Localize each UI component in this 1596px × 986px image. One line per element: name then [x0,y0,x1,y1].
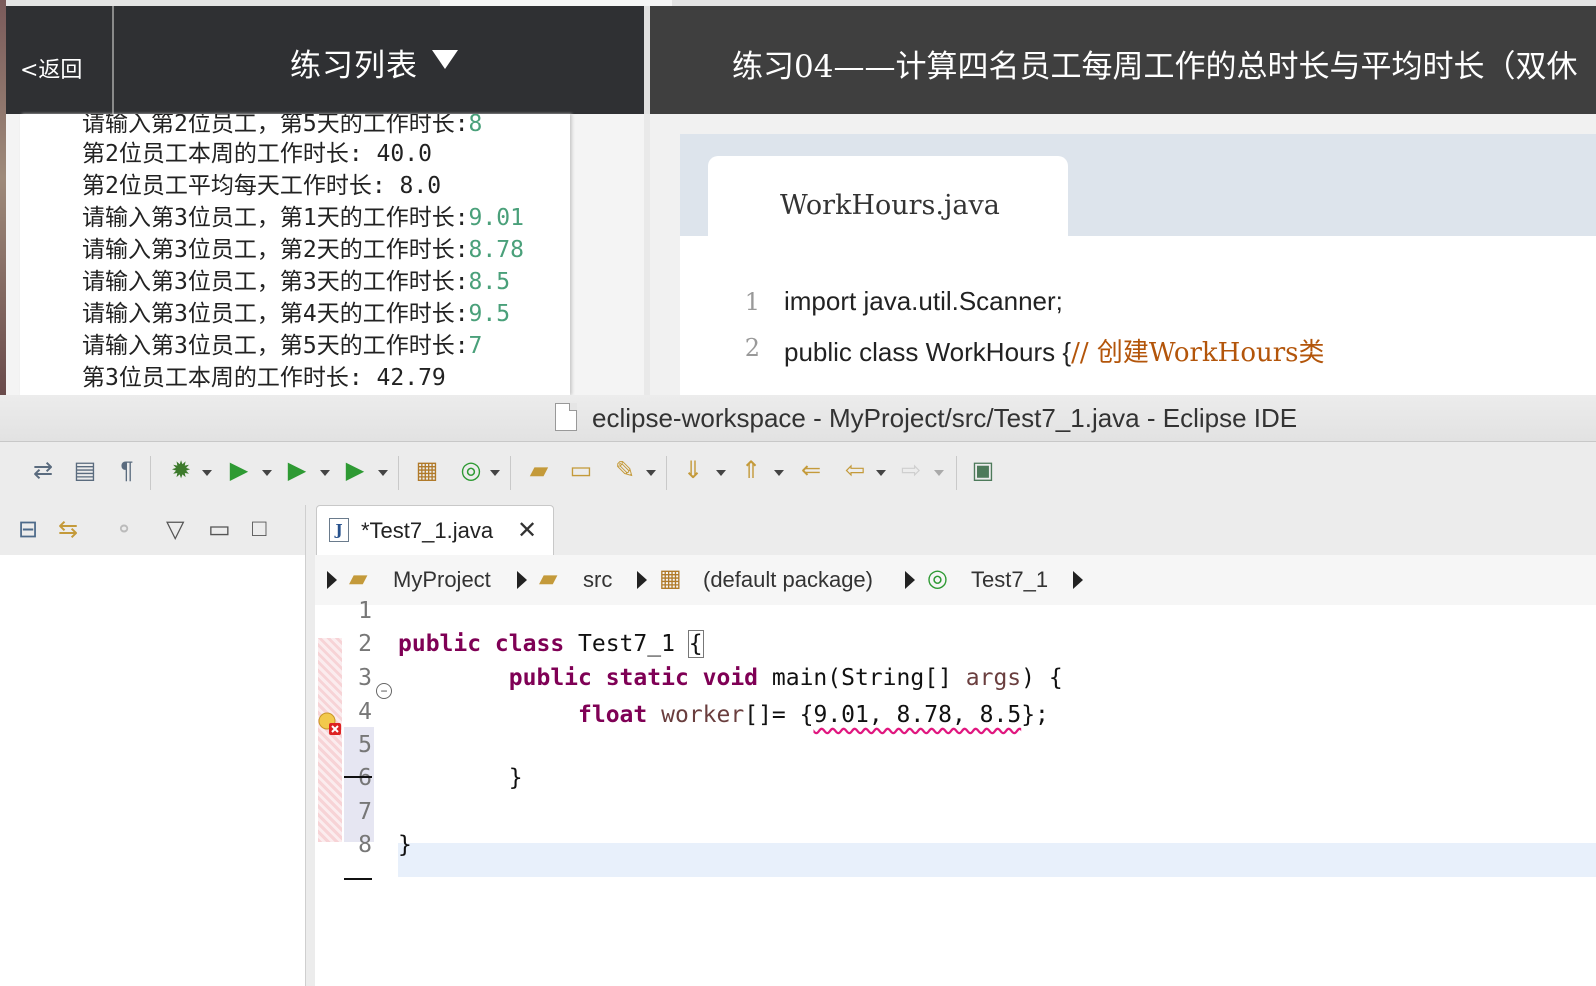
link-with-editor-icon[interactable]: ⇆ [58,515,78,544]
new-java-class-icon[interactable]: ◎ [456,456,486,486]
code-line-6: } [508,765,523,791]
search-dropdown-icon[interactable] [646,470,656,476]
breadcrumb-package[interactable]: (default package) [703,567,873,593]
package-explorer-toolbar: ⊟ ⇆ ⚬ ▽ ▭ □ [0,505,305,555]
back-label: <返回 [20,58,83,83]
forward-dropdown-icon[interactable] [934,470,944,476]
fold-collapse-icon[interactable]: − [376,683,392,699]
code-line-3: public static void main(String[] args) { [508,665,1063,691]
error-icon[interactable] [318,712,342,736]
previous-annotation-icon[interactable]: ⇑ [736,456,766,486]
collapse-all-icon[interactable]: ⊟ [18,515,38,544]
java-file-icon: J [329,518,349,542]
breadcrumb-arrow-icon[interactable] [1073,571,1083,589]
open-perspective-icon[interactable]: ▣ [968,456,998,486]
new-java-package-icon[interactable]: ▦ [412,456,442,486]
main-toolbar: ⇄ ▤ ¶ ✹ ▶ ▶ ▶ ▦ ◎ ▰ ▭ ✎ ⇓ ⇑ ⇐ ⇦ ⇨ ▣ [0,442,1596,502]
caret-down-icon [432,50,458,69]
console-line: 第2位员工本周的工作时长: 40.0 [82,141,432,167]
console-line: 请输入第3位员工，第2天的工作时长:8.78 [82,237,524,263]
console-line: 第2位员工平均每天工作时长: 8.0 [82,173,442,199]
code-line-4: float worker[]= {9.01, 8.78, 8.5}; [578,702,1049,728]
exercise-list-title: 练习列表 [290,48,418,84]
code-line-2: public class Test7_1 { [398,630,704,658]
exercise-list-dropdown[interactable]: 练习列表 [114,6,644,114]
breadcrumb-arrow-icon[interactable] [637,571,647,589]
previous-annotation-dropdown-icon[interactable] [774,470,784,476]
open-type-icon[interactable]: ▰ [524,456,554,486]
error-ruler [318,638,342,842]
breadcrumb-src[interactable]: src [583,567,612,593]
package-explorer [0,505,306,986]
run-icon[interactable]: ▶ [224,456,254,486]
current-line-highlight [398,843,1596,877]
back-dropdown-icon[interactable] [876,470,886,476]
back-icon[interactable]: ⇦ [840,456,870,486]
package-icon: ▦ [659,565,682,592]
next-annotation-icon[interactable]: ⇓ [678,456,708,486]
breadcrumb-project[interactable]: MyProject [393,567,491,593]
line-number: 3 [358,665,372,691]
console-line: 请输入第3位员工，第5天的工作时长:7 [82,333,483,359]
line-number: 1 [358,598,372,624]
breadcrumb-arrow-icon[interactable] [905,571,915,589]
source-folder-icon: ▰ [539,565,558,592]
forward-icon[interactable]: ⇨ [896,456,926,486]
exercise-title-bar: 练习04——计算四名员工每周工作的总时长与平均时长（双休 [650,6,1596,114]
line-number: 8 [358,832,372,858]
back-button[interactable]: <返回 [6,6,112,114]
run-dropdown-icon[interactable] [262,470,272,476]
next-annotation-dropdown-icon[interactable] [716,470,726,476]
coverage-dropdown-icon[interactable] [320,470,330,476]
window-title: eclipse-workspace - MyProject/src/Test7_… [592,403,1298,433]
debug-icon[interactable]: ✹ [166,456,196,486]
new-class-dropdown-icon[interactable] [490,470,500,476]
breadcrumb: ▰ MyProject ▰ src ▦ (default package) ◎ … [315,555,1596,605]
maximize-icon[interactable]: □ [252,515,267,543]
console-line: 请输入第3位员工，第3天的工作时长:8.5 [82,269,511,295]
open-task-icon[interactable]: ▭ [566,456,596,486]
file-tab-workhours[interactable]: WorkHours.java [708,156,1068,238]
console-output: 请输入第2位员工，第5天的工作时长:8 第2位员工本周的工作时长: 40.0 第… [20,114,570,395]
line-marker [344,776,372,778]
editor-tab-label: *Test7_1.java [361,518,494,543]
search-icon[interactable]: ✎ [610,456,640,486]
file-tab-label: WorkHours.java [780,190,1000,221]
external-tools-dropdown-icon[interactable] [378,470,388,476]
coverage-icon[interactable]: ▶ [282,456,312,486]
view-menu-icon[interactable]: ▽ [166,515,184,544]
class-icon: ◎ [927,565,948,592]
code-line-8: } [398,832,412,858]
external-tools-icon[interactable]: ▶ [340,456,370,486]
breadcrumb-class[interactable]: Test7_1 [971,567,1048,593]
syntax-error: 9.01, 8.78, 8.5 [813,702,1022,728]
close-icon[interactable]: ✕ [517,516,537,545]
line-marker [344,878,372,880]
filters-icon[interactable]: ⚬ [114,515,134,544]
line-number: 7 [358,799,372,825]
console-line: 请输入第2位员工，第5天的工作时长:8 [82,114,483,137]
window-titlebar: eclipse-workspace - MyProject/src/Test7_… [0,395,1596,442]
save-all-icon[interactable]: ⇄ [28,456,58,486]
line-number: 4 [358,699,372,725]
line-number: 2 [358,631,372,657]
breadcrumb-arrow-icon[interactable] [327,571,337,589]
console-line: 第3位员工本周的工作时长: 42.79 [82,365,446,391]
code-sample: 1 import java.util.Scanner; 2 public cla… [680,236,1596,395]
minimize-icon[interactable]: ▭ [208,515,231,544]
line-number: 5 [358,732,372,758]
toggle-block-icon[interactable]: ▤ [70,456,100,486]
document-icon [555,403,577,431]
show-whitespace-icon[interactable]: ¶ [112,456,142,486]
console-line: 请输入第3位员工，第4天的工作时长:9.5 [82,301,511,327]
project-icon: ▰ [349,565,368,592]
exercise-title: 练习04——计算四名员工每周工作的总时长与平均时长（双休 [732,49,1578,85]
tab-test7-1-java[interactable]: J *Test7_1.java ✕ [316,505,554,556]
debug-dropdown-icon[interactable] [202,470,212,476]
breadcrumb-arrow-icon[interactable] [517,571,527,589]
line-number: 6 [358,765,372,791]
console-line: 请输入第3位员工，第1天的工作时长:9.01 [82,205,524,231]
last-edit-location-icon[interactable]: ⇐ [796,456,826,486]
